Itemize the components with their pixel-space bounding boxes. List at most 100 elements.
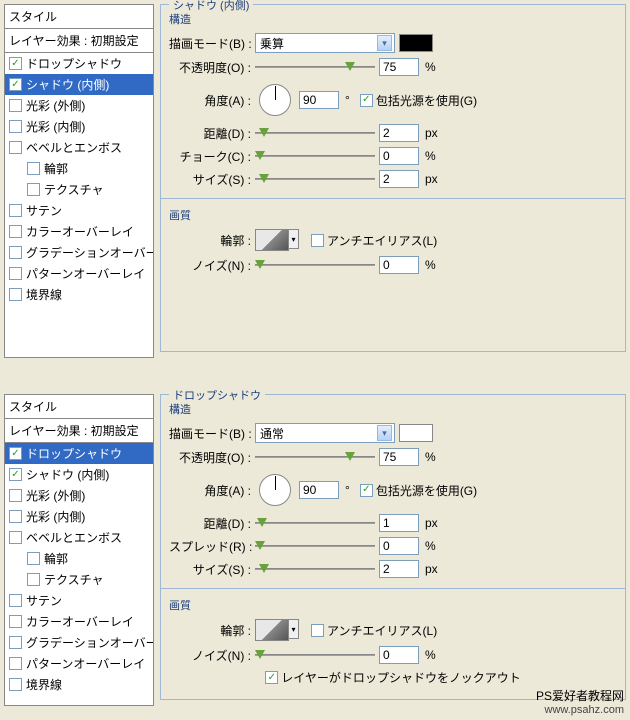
distance-slider[interactable] xyxy=(255,516,375,530)
style-row[interactable]: パターンオーバーレイ xyxy=(5,263,153,284)
chevron-down-icon[interactable]: ▾ xyxy=(289,619,299,639)
style-checkbox[interactable]: ✓ xyxy=(9,468,22,481)
style-row[interactable]: 光彩 (内側) xyxy=(5,116,153,137)
opacity-slider[interactable] xyxy=(255,450,375,464)
style-row[interactable]: ✓ドロップシャドウ xyxy=(5,53,153,74)
style-row[interactable]: グラデーションオーバーレイ xyxy=(5,242,153,263)
style-row[interactable]: ベベルとエンボス xyxy=(5,527,153,548)
noise-input[interactable]: 0 xyxy=(379,646,419,664)
knockout-checkbox[interactable]: ✓ xyxy=(265,671,278,684)
size-label: サイズ(S) : xyxy=(169,171,251,188)
style-row[interactable]: 境界線 xyxy=(5,674,153,695)
distance-slider[interactable] xyxy=(255,126,375,140)
style-checkbox[interactable] xyxy=(9,288,22,301)
style-row[interactable]: サテン xyxy=(5,200,153,221)
angle-dial[interactable] xyxy=(259,474,291,506)
style-row[interactable]: カラーオーバーレイ xyxy=(5,611,153,632)
style-checkbox[interactable] xyxy=(9,489,22,502)
distance-unit: px xyxy=(425,126,438,140)
style-row[interactable]: ✓シャドウ (内側) xyxy=(5,74,153,95)
opacity-slider[interactable] xyxy=(255,60,375,74)
size-input[interactable]: 2 xyxy=(379,170,419,188)
style-row[interactable]: 境界線 xyxy=(5,284,153,305)
contour-picker[interactable] xyxy=(255,619,289,641)
style-checkbox[interactable] xyxy=(9,657,22,670)
size-slider[interactable] xyxy=(255,172,375,186)
style-row[interactable]: 光彩 (外側) xyxy=(5,95,153,116)
blend-mode-select[interactable]: 通常 ▾ xyxy=(255,423,395,443)
angle-input[interactable]: 90 xyxy=(299,91,339,109)
angle-input[interactable]: 90 xyxy=(299,481,339,499)
style-label: テクスチャ xyxy=(44,181,104,198)
distance-input[interactable]: 2 xyxy=(379,124,419,142)
style-checkbox[interactable] xyxy=(27,573,40,586)
style-row[interactable]: グラデーションオーバーレイ xyxy=(5,632,153,653)
size-input[interactable]: 2 xyxy=(379,560,419,578)
choke-input[interactable]: 0 xyxy=(379,147,419,165)
structure-title: 構造 xyxy=(169,401,617,417)
style-checkbox[interactable] xyxy=(27,183,40,196)
distance-input[interactable]: 1 xyxy=(379,514,419,532)
style-row[interactable]: ベベルとエンボス xyxy=(5,137,153,158)
shadow-color-swatch[interactable] xyxy=(399,424,433,442)
distance-label: 距離(D) : xyxy=(169,125,251,142)
global-light-checkbox[interactable]: ✓ xyxy=(360,484,373,497)
noise-input[interactable]: 0 xyxy=(379,256,419,274)
style-row[interactable]: テクスチャ xyxy=(5,569,153,590)
style-row[interactable]: 輪郭 xyxy=(5,158,153,179)
style-row[interactable]: ✓シャドウ (内側) xyxy=(5,464,153,485)
choke-slider[interactable] xyxy=(255,149,375,163)
shadow-color-swatch[interactable] xyxy=(399,34,433,52)
opacity-unit: % xyxy=(425,450,436,464)
antialias-checkbox[interactable] xyxy=(311,624,324,637)
opacity-input[interactable]: 75 xyxy=(379,58,419,76)
noise-unit: % xyxy=(425,258,436,272)
style-checkbox[interactable] xyxy=(9,267,22,280)
style-row[interactable]: サテン xyxy=(5,590,153,611)
styles-default[interactable]: レイヤー効果 : 初期設定 xyxy=(5,419,153,443)
style-checkbox[interactable] xyxy=(27,552,40,565)
style-checkbox[interactable] xyxy=(9,531,22,544)
style-checkbox[interactable] xyxy=(9,204,22,217)
spread-input[interactable]: 0 xyxy=(379,537,419,555)
chevron-down-icon[interactable]: ▾ xyxy=(289,229,299,249)
size-slider[interactable] xyxy=(255,562,375,576)
style-row[interactable]: ✓ドロップシャドウ xyxy=(5,443,153,464)
angle-dial[interactable] xyxy=(259,84,291,116)
style-checkbox[interactable] xyxy=(9,246,22,259)
style-label: カラーオーバーレイ xyxy=(26,613,134,630)
style-checkbox[interactable] xyxy=(9,225,22,238)
style-checkbox[interactable]: ✓ xyxy=(9,57,22,70)
spread-slider[interactable] xyxy=(255,539,375,553)
contour-picker[interactable] xyxy=(255,229,289,251)
style-row[interactable]: テクスチャ xyxy=(5,179,153,200)
blend-mode-select[interactable]: 乗算 ▾ xyxy=(255,33,395,53)
noise-slider[interactable] xyxy=(255,258,375,272)
style-checkbox[interactable] xyxy=(9,120,22,133)
style-label: 境界線 xyxy=(26,286,62,303)
global-light-checkbox[interactable]: ✓ xyxy=(360,94,373,107)
style-checkbox[interactable] xyxy=(9,141,22,154)
noise-slider[interactable] xyxy=(255,648,375,662)
style-checkbox[interactable]: ✓ xyxy=(9,447,22,460)
style-checkbox[interactable]: ✓ xyxy=(9,78,22,91)
style-checkbox[interactable] xyxy=(9,615,22,628)
style-label: 輪郭 xyxy=(44,550,68,567)
style-row[interactable]: 光彩 (外側) xyxy=(5,485,153,506)
style-checkbox[interactable] xyxy=(9,636,22,649)
style-row[interactable]: 光彩 (内側) xyxy=(5,506,153,527)
antialias-checkbox[interactable] xyxy=(311,234,324,247)
style-checkbox[interactable] xyxy=(9,678,22,691)
style-row[interactable]: パターンオーバーレイ xyxy=(5,653,153,674)
watermark-line1: PS爱好者教程网 xyxy=(536,687,624,704)
style-row[interactable]: 輪郭 xyxy=(5,548,153,569)
style-checkbox[interactable] xyxy=(9,99,22,112)
style-checkbox[interactable] xyxy=(27,162,40,175)
style-checkbox[interactable] xyxy=(9,594,22,607)
style-row[interactable]: カラーオーバーレイ xyxy=(5,221,153,242)
opacity-unit: % xyxy=(425,60,436,74)
style-checkbox[interactable] xyxy=(9,510,22,523)
styles-default[interactable]: レイヤー効果 : 初期設定 xyxy=(5,29,153,53)
style-label: 光彩 (内側) xyxy=(26,118,85,135)
opacity-input[interactable]: 75 xyxy=(379,448,419,466)
